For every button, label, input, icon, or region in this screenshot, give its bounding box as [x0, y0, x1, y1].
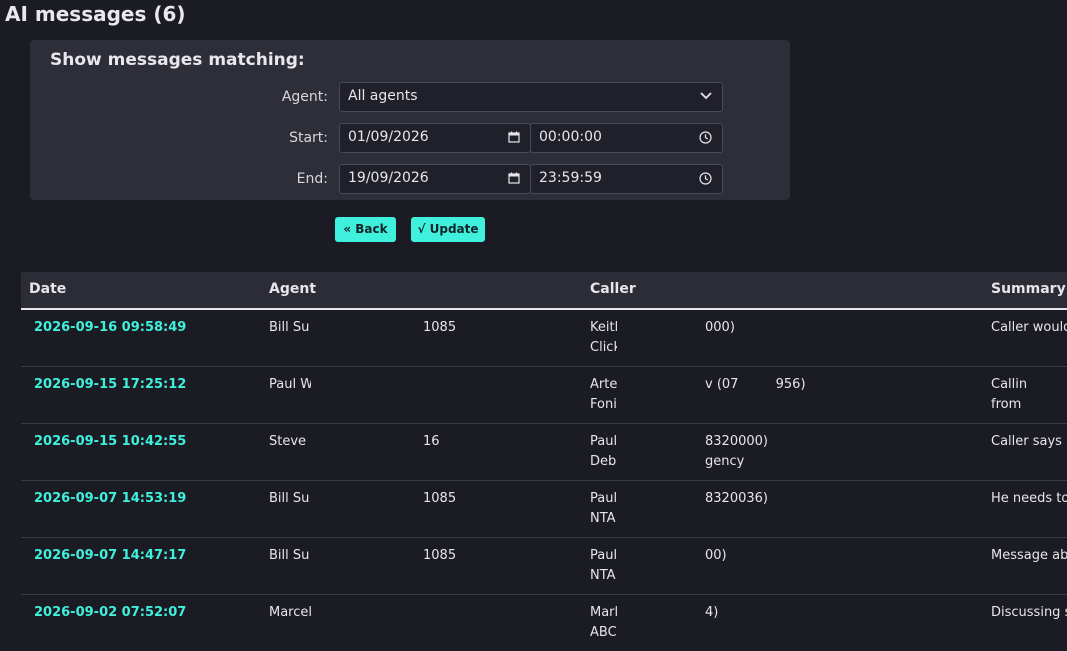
end-time-value: 23:59:59 [539, 170, 602, 186]
summary-cell: Message ab [991, 548, 1067, 563]
clock-icon[interactable] [699, 124, 712, 150]
caller-number-cell: 000) [705, 320, 735, 335]
start-time-input[interactable]: 00:00:00 [530, 123, 723, 153]
summary-cell-line2: from [991, 397, 1022, 412]
summary-cell: He needs to [991, 491, 1067, 506]
summary-cell: Discussing s [991, 605, 1067, 620]
filter-panel: Show messages matching: Agent: All agent… [30, 40, 790, 200]
caller-company-cell: NTA [590, 568, 616, 583]
agent-select-value: All agents [348, 88, 418, 104]
agent-select[interactable]: All agents [339, 82, 723, 112]
table-row[interactable]: 2026-09-15 10:42:55 Steve 16 Paul Deb 83… [21, 424, 1067, 481]
caller-number-cell: v (07 956) [705, 377, 806, 392]
caller-company-cell: Foni [590, 397, 617, 412]
header-caller[interactable]: Caller [590, 281, 636, 297]
agent-cell: Steve [269, 434, 307, 449]
summary-cell: Caller would [991, 320, 1067, 335]
agent-label: Agent: [281, 89, 328, 105]
agent-cell: Bill Su [269, 548, 310, 563]
caller-name-cell: Paul [590, 434, 617, 449]
extension-cell: 1085 [423, 320, 457, 335]
update-button[interactable]: √ Update [411, 217, 485, 242]
caller-name-cell: Keith [590, 320, 617, 335]
agent-cell: Bill Su [269, 320, 310, 335]
filter-heading: Show messages matching: [50, 50, 305, 70]
end-label: End: [296, 171, 328, 187]
message-date-link[interactable]: 2026-09-07 14:53:19 [34, 491, 186, 506]
calendar-icon[interactable] [508, 165, 520, 191]
page-title: AI messages (6) [5, 2, 186, 26]
table-row[interactable]: 2026-09-15 17:25:12 Paul W Arte Foni v (… [21, 367, 1067, 424]
caller-company-cell: ABC [590, 625, 617, 640]
end-date-input[interactable]: 19/09/2026 [339, 164, 531, 194]
extension-cell: 1085 [423, 491, 457, 506]
caller-company-cell: Click [590, 340, 617, 355]
caller-company-cell: NTA [590, 511, 616, 526]
header-date[interactable]: Date [29, 281, 66, 297]
message-date-link[interactable]: 2026-09-15 17:25:12 [34, 377, 186, 392]
header-summary[interactable]: Summary [991, 281, 1066, 297]
end-time-input[interactable]: 23:59:59 [530, 164, 723, 194]
table-row[interactable]: 2026-09-16 09:58:49 Bill Su 1085 Keith C… [21, 310, 1067, 367]
start-time-value: 00:00:00 [539, 129, 602, 145]
start-label: Start: [289, 130, 328, 146]
calendar-icon[interactable] [508, 124, 520, 150]
caller-number-cell: 00) [705, 548, 727, 563]
messages-table: Date Agent Caller Summary 2026-09-16 09:… [21, 272, 1067, 651]
caller-name-cell: Marl [590, 605, 617, 620]
caller-name-cell: Arte [590, 377, 617, 392]
start-date-input[interactable]: 01/09/2026 [339, 123, 531, 153]
extension-cell: 16 [423, 434, 440, 449]
caller-number-cell: 4) [705, 605, 719, 620]
summary-cell: Callin [991, 377, 1028, 392]
table-row[interactable]: 2026-09-02 07:52:07 Marcel Marl ABC 4) D… [21, 595, 1067, 651]
header-agent[interactable]: Agent [269, 281, 316, 297]
message-date-link[interactable]: 2026-09-02 07:52:07 [34, 605, 186, 620]
agent-cell: Bill Su [269, 491, 310, 506]
back-button[interactable]: « Back [335, 217, 396, 242]
caller-name-cell: Paul [590, 548, 617, 563]
caller-name-cell: Paul [590, 491, 617, 506]
message-date-link[interactable]: 2026-09-16 09:58:49 [34, 320, 186, 335]
summary-cell: Caller says [991, 434, 1062, 449]
caller-company-cell: Deb [590, 454, 617, 469]
agent-cell: Marcel [269, 605, 311, 620]
table-row[interactable]: 2026-09-07 14:53:19 Bill Su 1085 Paul NT… [21, 481, 1067, 538]
start-date-value: 01/09/2026 [348, 129, 429, 145]
clock-icon[interactable] [699, 165, 712, 191]
agent-cell: Paul W [269, 377, 311, 392]
table-row[interactable]: 2026-09-07 14:47:17 Bill Su 1085 Paul NT… [21, 538, 1067, 595]
caller-number-cell: 8320036) [705, 491, 768, 506]
message-date-link[interactable]: 2026-09-15 10:42:55 [34, 434, 186, 449]
message-date-link[interactable]: 2026-09-07 14:47:17 [34, 548, 186, 563]
extension-cell: 1085 [423, 548, 457, 563]
caller-extra-cell: gency [705, 454, 745, 469]
end-date-value: 19/09/2026 [348, 170, 429, 186]
table-header: Date Agent Caller Summary [21, 272, 1067, 310]
caller-number-cell: 8320000) [705, 434, 768, 449]
chevron-down-icon [700, 83, 712, 109]
